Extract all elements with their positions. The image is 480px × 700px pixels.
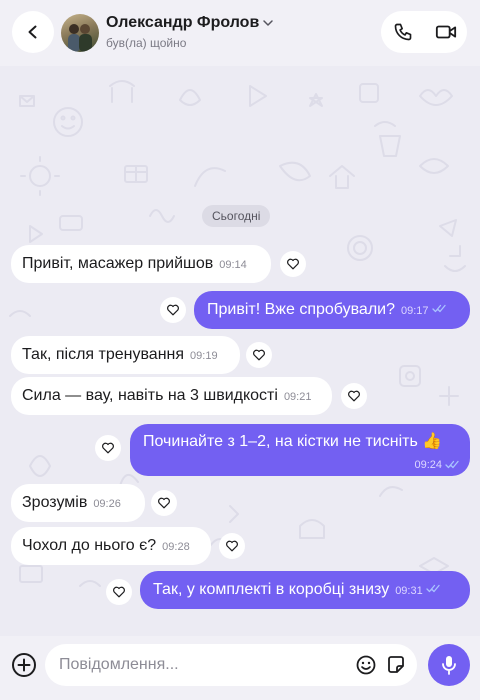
- message-text: Так, після тренування: [22, 346, 185, 363]
- chevron-down-icon[interactable]: [262, 17, 274, 29]
- message-input[interactable]: [59, 644, 339, 686]
- video-camera-icon: [435, 25, 456, 39]
- double-check-icon: [445, 460, 459, 468]
- message-outgoing[interactable]: Починайте з 1–2, на кістки не тисніть 👍 …: [130, 424, 470, 476]
- date-divider: Сьогодні: [202, 205, 271, 227]
- message-text: Привіт! Вже спробували?: [207, 301, 395, 318]
- message-incoming[interactable]: Зрозумів 09:26: [11, 484, 145, 522]
- react-button[interactable]: [341, 383, 367, 409]
- chat-header: Олександр Фролов був(ла) щойно: [0, 0, 480, 66]
- message-outgoing[interactable]: Так, у комплекті в коробці знизу 09:31: [140, 571, 470, 609]
- contact-status: був(ла) щойно: [106, 36, 187, 50]
- message-time: 09:14: [219, 259, 247, 271]
- contact-name[interactable]: Олександр Фролов: [106, 14, 259, 32]
- message-meta: 09:24: [414, 459, 460, 471]
- heart-icon: [167, 304, 179, 316]
- contact-avatar[interactable]: [61, 14, 99, 52]
- call-actions: [381, 11, 467, 53]
- message-field: [45, 644, 417, 686]
- message-incoming[interactable]: Так, після тренування 09:19: [11, 336, 240, 374]
- heart-icon: [287, 258, 299, 270]
- heart-icon: [226, 540, 238, 552]
- phone-icon: [394, 23, 411, 41]
- message-text: Зрозумів: [22, 494, 88, 511]
- message-text: Чохол до нього є?: [22, 537, 157, 554]
- message-time: 09:26: [93, 498, 121, 510]
- message-outgoing[interactable]: Привіт! Вже спробували? 09:17: [194, 291, 470, 329]
- react-button[interactable]: [95, 435, 121, 461]
- message-incoming[interactable]: Привіт, масажер прийшов 09:14: [11, 245, 271, 283]
- back-button[interactable]: [12, 11, 54, 53]
- heart-icon: [102, 442, 114, 454]
- message-text: Сила — вау, навіть на 3 швидкості: [22, 387, 278, 404]
- double-check-icon: [431, 305, 446, 313]
- heart-icon: [113, 586, 125, 598]
- react-button[interactable]: [246, 342, 272, 368]
- message-incoming[interactable]: Сила — вау, навіть на 3 швидкості 09:21: [11, 377, 332, 415]
- message-time: 09:17: [401, 305, 429, 317]
- heart-icon: [158, 497, 170, 509]
- message-time: 09:21: [283, 391, 312, 403]
- microphone-icon: [442, 656, 456, 675]
- react-button[interactable]: [106, 579, 132, 605]
- message-time: 09:31: [395, 585, 423, 597]
- message-text: Так, у комплекті в коробці знизу: [153, 581, 390, 598]
- chevron-left-icon: [28, 25, 37, 39]
- message-time: 09:24: [414, 459, 442, 471]
- voice-message-button[interactable]: [428, 644, 470, 686]
- plus-circle-icon[interactable]: [11, 652, 37, 678]
- heart-icon: [253, 349, 265, 361]
- smiley-icon[interactable]: [355, 654, 377, 676]
- react-button[interactable]: [219, 533, 245, 559]
- heart-icon: [348, 390, 360, 402]
- voice-call-button[interactable]: [381, 11, 424, 53]
- message-text: Починайте з 1–2, на кістки не тисніть 👍: [143, 433, 443, 450]
- react-button[interactable]: [280, 251, 306, 277]
- message-time: 09:19: [190, 350, 218, 362]
- message-incoming[interactable]: Чохол до нього є? 09:28: [11, 527, 211, 565]
- message-time: 09:28: [162, 541, 190, 553]
- double-check-icon: [426, 585, 440, 593]
- sticker-icon[interactable]: [385, 654, 407, 676]
- video-call-button[interactable]: [424, 11, 467, 53]
- react-button[interactable]: [151, 490, 177, 516]
- react-button[interactable]: [160, 297, 186, 323]
- message-text: Привіт, масажер прийшов: [22, 255, 214, 272]
